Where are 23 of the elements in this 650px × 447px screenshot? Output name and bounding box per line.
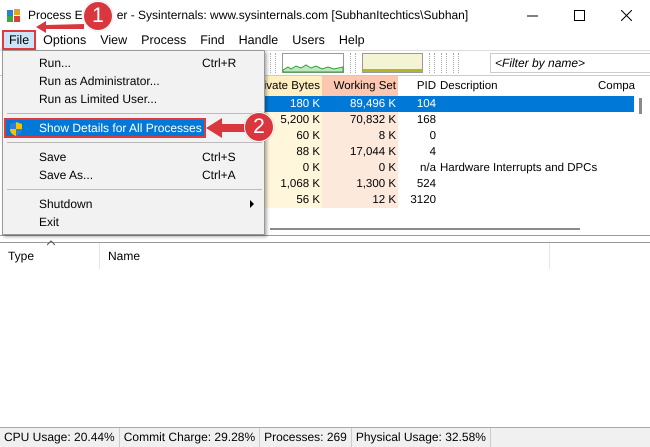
table-cell-text: 3120 xyxy=(409,193,437,208)
table-cell-text: n/a xyxy=(419,161,437,176)
table-cell: 0 K xyxy=(322,160,398,176)
table-cell: 70,832 K xyxy=(322,112,398,128)
table-cell: 1,300 K xyxy=(322,176,398,192)
status-text: Commit Charge: 29.28% xyxy=(120,428,260,447)
step-badge: 1 xyxy=(83,1,113,31)
table-cell-text: 4 xyxy=(428,145,437,160)
table-cell-text: 524 xyxy=(416,177,437,192)
table-cell-text: 0 xyxy=(428,129,437,144)
table-cell: 12 K xyxy=(322,192,398,208)
table-cell: 17,044 K xyxy=(322,144,398,160)
status-text: CPU Usage: 20.44% xyxy=(0,428,120,447)
table-cell-text: 168 xyxy=(416,113,437,128)
table-cell-text: 89,496 K xyxy=(348,97,397,112)
status-text: Physical Usage: 32.58% xyxy=(352,428,491,447)
status-text: Processes: 269 xyxy=(260,428,352,447)
table-cell: 8 K xyxy=(322,128,398,144)
table-cell-text: 104 xyxy=(416,97,437,112)
window-title: Process E xyxy=(28,8,83,22)
window-title: er - Sysinternals: www.sysinternals.com [SubhanItechtics\Subhan] xyxy=(116,8,468,22)
table-cell-text: Hardware Interrupts and DPCs xyxy=(439,161,596,176)
table-cell-text: 180 K xyxy=(288,97,321,112)
